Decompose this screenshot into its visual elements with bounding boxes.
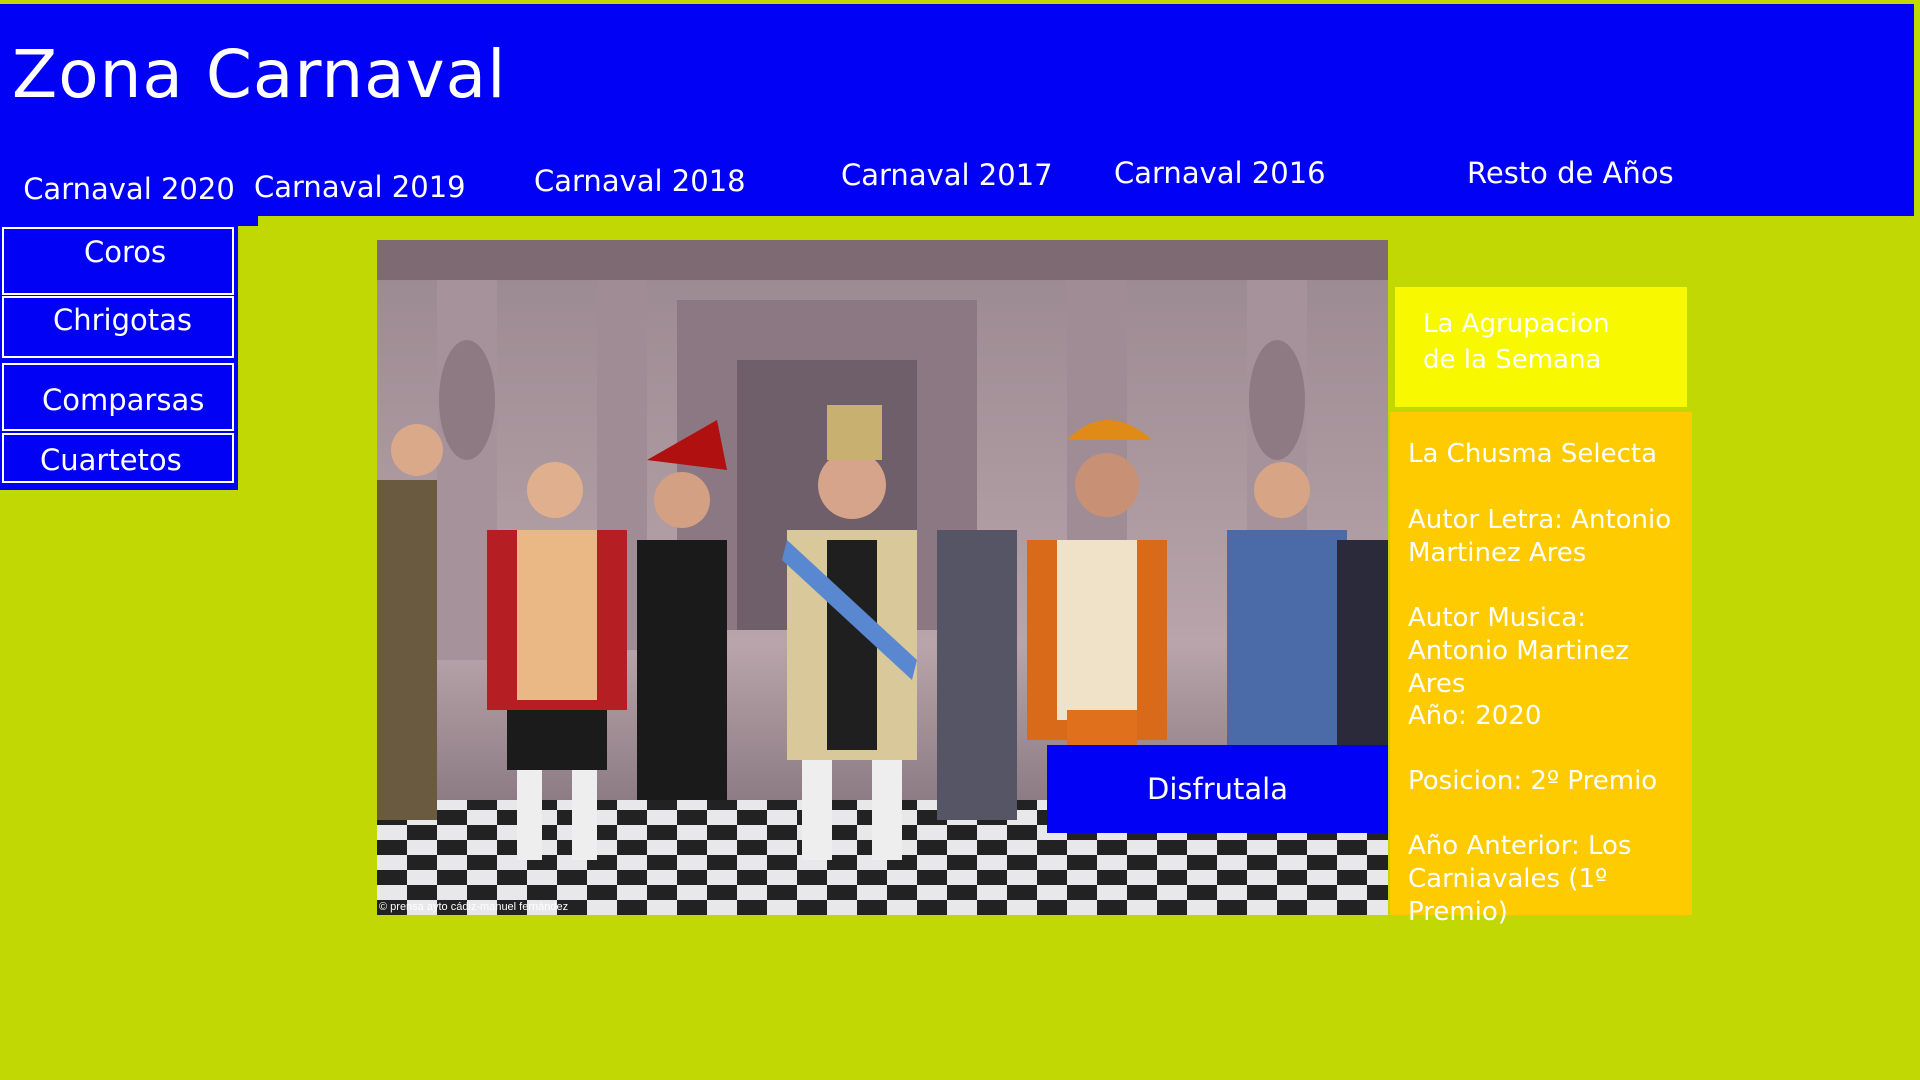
week-title-line2: de la Semana	[1423, 345, 1602, 375]
tab-label: Carnaval 2016	[1114, 156, 1326, 190]
side-item-label: Comparsas	[42, 383, 205, 417]
disfrutala-button[interactable]: Disfrutala	[1047, 745, 1388, 833]
side-item-label: Cuartetos	[40, 443, 182, 477]
week-group-header: La Agrupacion de la Semana	[1395, 287, 1687, 407]
lyrics-author: Autor Letra: Antonio Martinez Ares	[1408, 505, 1672, 568]
side-item-label: Coros	[84, 235, 167, 269]
tab-carnaval-2017[interactable]: Carnaval 2017	[841, 158, 1053, 192]
tab-label: Resto de Años	[1467, 156, 1674, 190]
tab-carnaval-2016[interactable]: Carnaval 2016	[1114, 156, 1326, 190]
tab-label: Carnaval 2019	[254, 170, 466, 204]
cta-label: Disfrutala	[1147, 772, 1288, 806]
tab-label: Carnaval 2020	[23, 172, 235, 206]
tab-carnaval-2018[interactable]: Carnaval 2018	[534, 164, 746, 198]
side-item-label: Chrigotas	[53, 303, 193, 337]
group-name: La Chusma Selecta	[1408, 439, 1658, 469]
nav-gap	[238, 216, 773, 226]
side-item-cuartetos[interactable]: Cuartetos	[2, 433, 234, 483]
group-info-panel: La Chusma Selecta Autor Letra: Antonio M…	[1390, 412, 1692, 927]
previous-year: Año Anterior: Los Carniavales (1º Premio…	[1408, 831, 1632, 927]
tab-carnaval-2020[interactable]: Carnaval 2020	[0, 164, 258, 226]
side-menu: Coros Chrigotas Comparsas Cuartetos	[0, 226, 238, 490]
side-item-chirigotas[interactable]: Chrigotas	[2, 296, 234, 358]
group-year: Año: 2020	[1408, 701, 1542, 731]
tab-label: Carnaval 2018	[534, 164, 746, 198]
side-item-coros[interactable]: Coros	[2, 227, 234, 295]
music-author: Autor Musica: Antonio Martinez Ares	[1408, 603, 1629, 699]
group-position: Posicion: 2º Premio	[1408, 766, 1658, 796]
photo-credit: © prensa ayto cádiz-manuel fernández	[379, 901, 569, 913]
site-title: Zona Carnaval	[12, 36, 507, 113]
tab-resto-de-anos[interactable]: Resto de Años	[1467, 156, 1674, 190]
tab-label: Carnaval 2017	[841, 158, 1053, 192]
week-title-line1: La Agrupacion	[1423, 309, 1610, 339]
side-item-comparsas[interactable]: Comparsas	[2, 363, 234, 431]
tab-carnaval-2019[interactable]: Carnaval 2019	[254, 170, 466, 204]
